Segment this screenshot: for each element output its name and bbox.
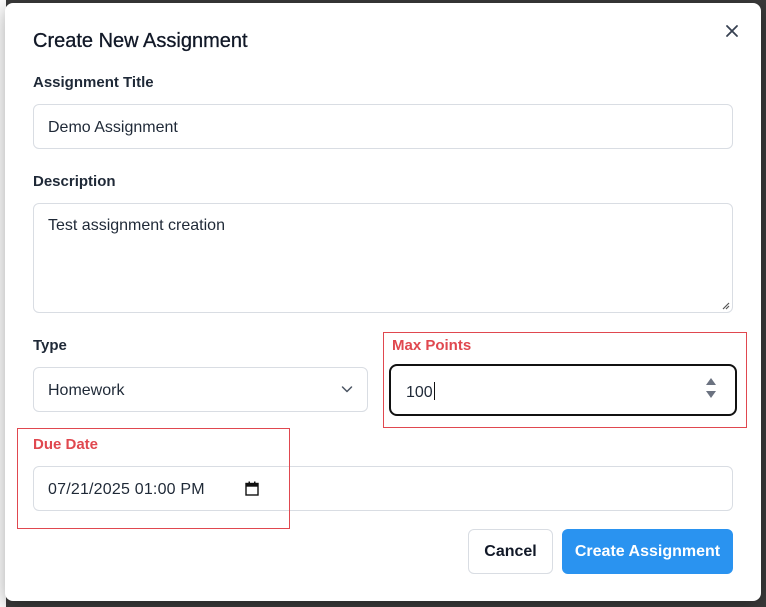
max-points-highlight (383, 332, 747, 428)
type-selected-value: Homework (48, 382, 125, 399)
cancel-button[interactable]: Cancel (468, 529, 553, 574)
due-date-highlight (17, 428, 290, 529)
description-value: Test assignment creation (48, 217, 225, 234)
dialog-title: Create New Assignment (33, 30, 248, 52)
chevron-down-icon (341, 386, 353, 393)
create-assignment-button[interactable]: Create Assignment (562, 529, 733, 574)
description-label: Description (33, 173, 116, 190)
close-button[interactable] (721, 20, 743, 42)
resize-grip-icon[interactable] (720, 300, 730, 310)
close-icon (726, 25, 738, 37)
create-assignment-dialog: Create New Assignment Assignment Title D… (5, 3, 761, 601)
type-label: Type (33, 337, 67, 354)
assignment-title-label: Assignment Title (33, 74, 154, 91)
description-textarea[interactable]: Test assignment creation (33, 203, 733, 313)
assignment-title-input[interactable]: Demo Assignment (33, 104, 733, 149)
type-select[interactable]: Homework (33, 367, 368, 412)
assignment-title-value: Demo Assignment (48, 119, 178, 136)
